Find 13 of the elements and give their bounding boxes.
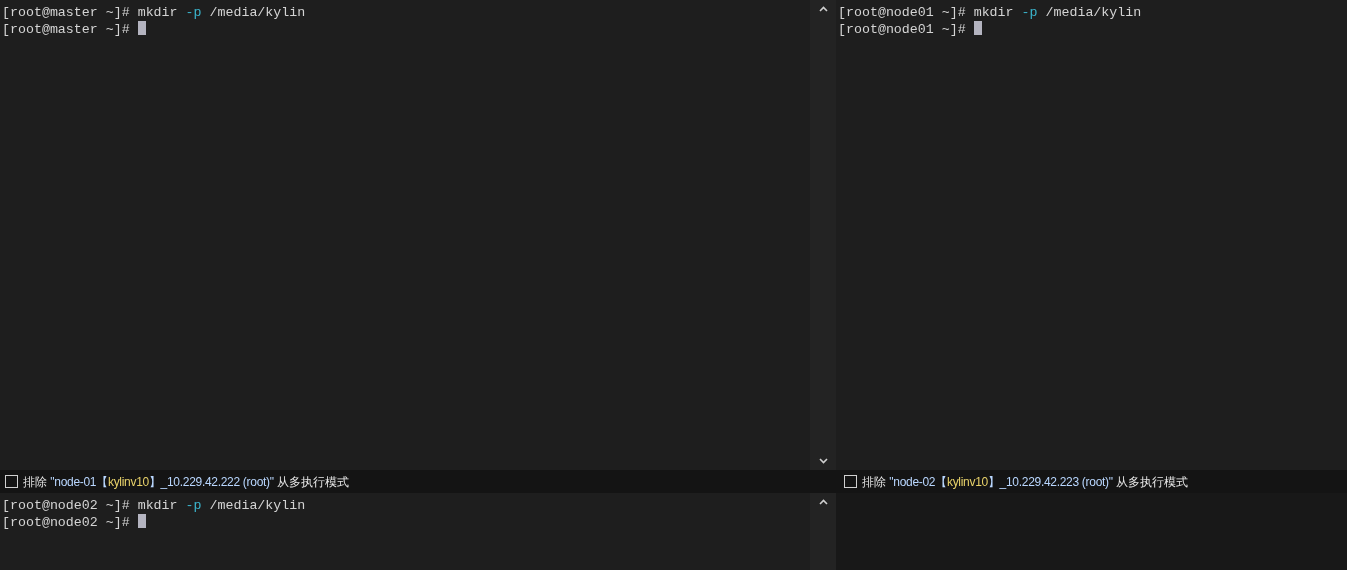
exclude-checkbox[interactable] [5,475,18,488]
terminal-line: [root@node01 ~]# mkdir -p /media/kylin [838,5,1142,21]
exclude-label: 排除 "node-01【kylinv10】_10.229.42.222 (root)" 从多执行模式 [23,473,350,491]
exclude-checkbox[interactable] [844,475,857,488]
scroll-up-icon[interactable] [818,499,828,505]
scroll-down-icon[interactable] [818,458,828,464]
terminal-line: [root@node01 ~]# [838,21,967,37]
terminal-line: [root@node02 ~]# mkdir -p /media/kylin [2,498,306,514]
terminal-line: [root@master ~]# mkdir -p /media/kylin [2,5,306,21]
exclude-label: 排除 "node-02【kylinv10】_10.229.42.223 (root)" 从多执行模式 [862,473,1189,491]
scroll-up-icon[interactable] [818,6,828,12]
terminal-line: [root@master ~]# [2,21,131,37]
terminal-line: [root@node02 ~]# [2,514,131,530]
